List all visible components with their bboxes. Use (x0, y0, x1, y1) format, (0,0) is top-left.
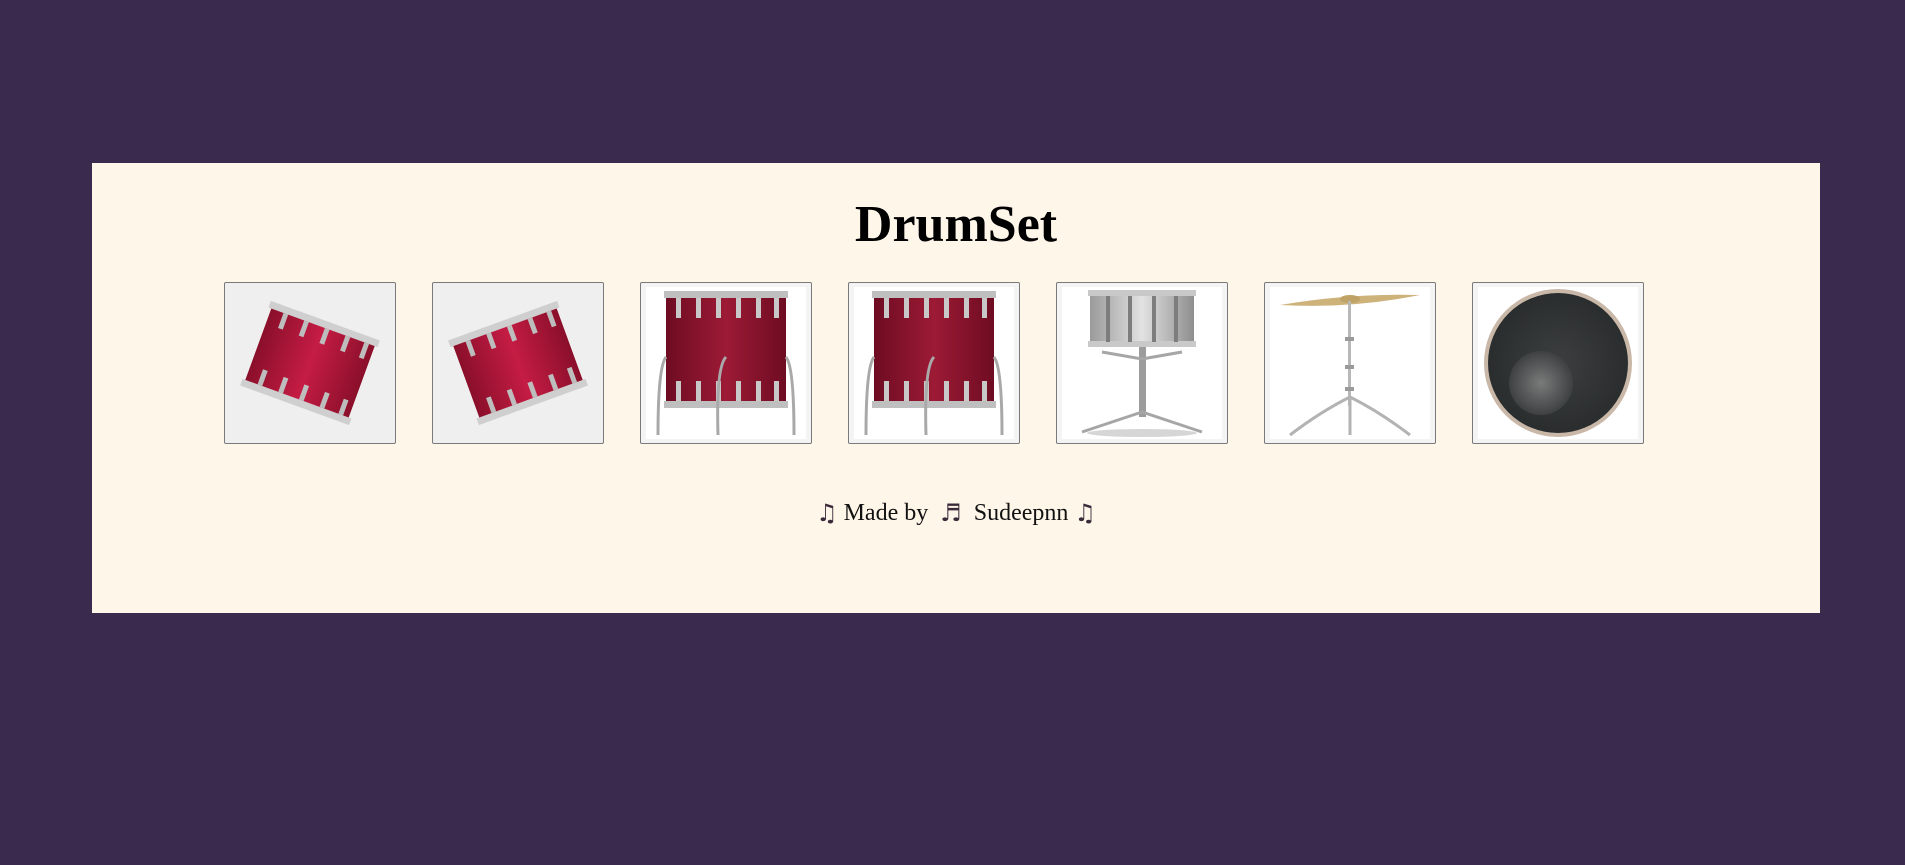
music-note-icon: ♫ (1074, 499, 1096, 527)
made-by-text: Made by (843, 499, 929, 526)
drum-button-2[interactable] (432, 282, 604, 444)
bass-drum-icon (1478, 287, 1638, 439)
tom-drum-tilted-left-icon (240, 300, 380, 426)
drum-button-7[interactable] (1472, 282, 1644, 444)
music-note-icon: ♫ (816, 499, 838, 527)
drum-row (224, 282, 1644, 444)
tom-drum-tilted-right-icon (448, 300, 588, 426)
drum-button-1[interactable] (224, 282, 396, 444)
music-notes-icon: ♬ (940, 499, 962, 527)
page-title: DrumSet (854, 196, 1058, 253)
drum-button-6[interactable] (1264, 282, 1436, 444)
drum-button-3[interactable] (640, 282, 812, 444)
footer-credit: ♫ Made by ♬ Sudeepnn ♫ (92, 499, 1820, 527)
cymbal-icon (1270, 287, 1430, 439)
drum-button-4[interactable] (848, 282, 1020, 444)
drum-button-5[interactable] (1056, 282, 1228, 444)
floor-tom-icon (854, 287, 1014, 439)
main-panel: DrumSet ♫ Made by ♬ Sudeepnn ♫ (92, 163, 1820, 613)
author-name: Sudeepnn (973, 499, 1069, 526)
snare-drum-icon (1062, 287, 1222, 439)
floor-tom-icon (646, 287, 806, 439)
